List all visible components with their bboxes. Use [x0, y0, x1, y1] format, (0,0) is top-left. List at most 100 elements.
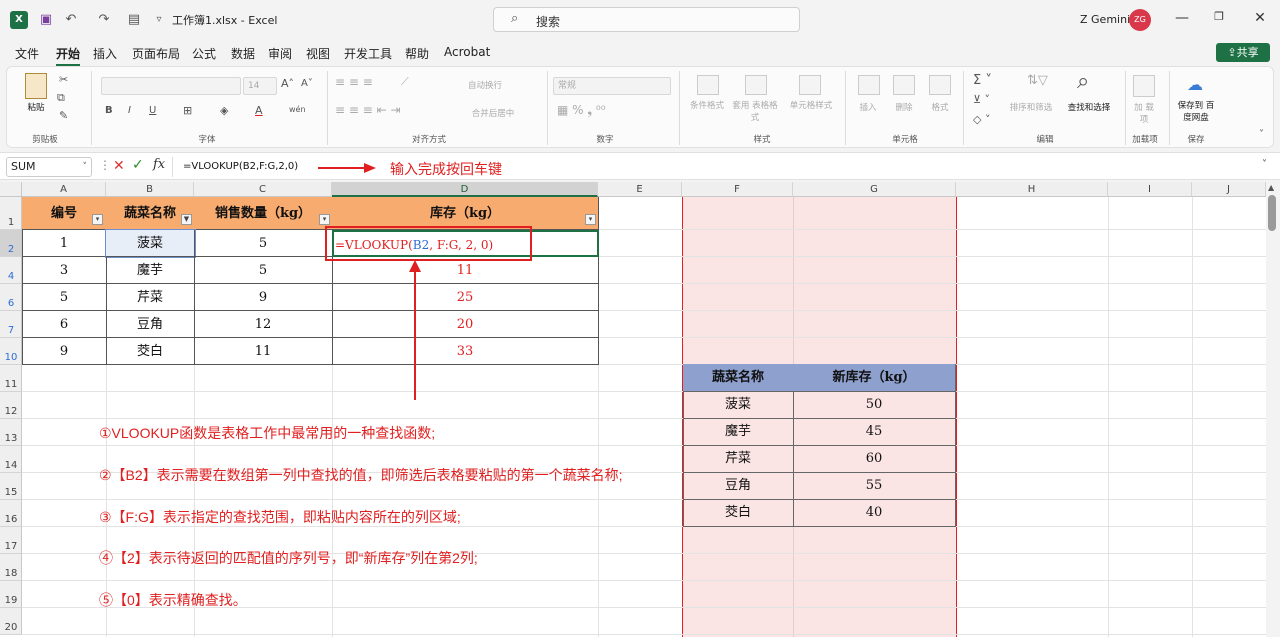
- merge-center-button[interactable]: 合并后居中: [463, 107, 523, 119]
- row-header[interactable]: 16: [0, 500, 22, 527]
- baidu-cloud-icon[interactable]: ☁: [1187, 75, 1203, 94]
- row-header[interactable]: 18: [0, 554, 22, 581]
- orientation-icon[interactable]: ⟋: [401, 75, 409, 89]
- column-header-c[interactable]: C: [194, 182, 332, 197]
- cut-icon[interactable]: ✂: [59, 73, 68, 86]
- number-format-select[interactable]: 常规: [553, 77, 671, 95]
- conditional-format-icon[interactable]: [697, 75, 719, 95]
- row-header[interactable]: 6: [0, 284, 22, 311]
- column-header-d[interactable]: D: [332, 182, 598, 197]
- conditional-format-label[interactable]: 条件格式: [683, 99, 731, 111]
- column-header-a[interactable]: A: [22, 182, 106, 197]
- table-cell[interactable]: 25: [332, 284, 599, 311]
- row-header[interactable]: 19: [0, 581, 22, 608]
- table-cell[interactable]: 9: [194, 284, 333, 311]
- enter-icon[interactable]: ✓: [132, 157, 144, 173]
- insert-cells-label[interactable]: 插入: [853, 101, 883, 113]
- find-select-icon[interactable]: ⌕: [1077, 69, 1089, 94]
- autosum-icon[interactable]: Σ ˅: [973, 73, 992, 88]
- table2-cell[interactable]: 55: [793, 472, 956, 500]
- row-header[interactable]: 10: [0, 338, 22, 365]
- row-header[interactable]: 11: [0, 365, 22, 392]
- filter-dropdown-icon[interactable]: ▾: [319, 214, 330, 225]
- user-name[interactable]: Z Gemini: [1080, 13, 1130, 26]
- row-header[interactable]: 1: [0, 197, 22, 230]
- row-header[interactable]: 20: [0, 608, 22, 635]
- table-cell[interactable]: 5: [22, 284, 107, 311]
- save-icon[interactable]: ▣: [37, 11, 55, 29]
- form-icon[interactable]: ▤: [125, 11, 143, 29]
- shrink-font-icon[interactable]: A˅: [301, 78, 313, 89]
- column-header-f[interactable]: F: [682, 182, 793, 197]
- column-header-j[interactable]: J: [1192, 182, 1266, 197]
- tab-file[interactable]: 文件: [15, 45, 39, 62]
- undo-icon[interactable]: ↶: [62, 11, 80, 29]
- table-format-label[interactable]: 套用 表格格式: [731, 99, 779, 123]
- table2-cell[interactable]: 40: [793, 499, 956, 527]
- search-input[interactable]: ⌕ 搜索: [493, 7, 800, 32]
- table-cell[interactable]: 9: [22, 338, 107, 365]
- tab-view[interactable]: 视图: [306, 45, 330, 62]
- close-icon[interactable]: ✕: [1250, 10, 1270, 26]
- font-color-icon[interactable]: A: [255, 104, 263, 117]
- insert-cells-icon[interactable]: [858, 75, 880, 95]
- table-cell[interactable]: 菠菜: [105, 229, 196, 258]
- column-header-h[interactable]: H: [956, 182, 1108, 197]
- filter-dropdown-icon[interactable]: ▾: [92, 214, 103, 225]
- borders-icon[interactable]: ⊞: [183, 104, 192, 117]
- expand-formula-bar-icon[interactable]: ˅: [1262, 159, 1267, 170]
- table2-cell[interactable]: 豆角: [683, 472, 794, 500]
- font-size-select[interactable]: 14: [243, 77, 277, 95]
- customize-quick-access-icon[interactable]: ▿: [150, 11, 168, 29]
- tab-formulas[interactable]: 公式: [192, 45, 216, 62]
- table-cell[interactable]: 茭白: [106, 338, 195, 365]
- grow-font-icon[interactable]: A˄: [281, 77, 294, 90]
- fill-color-icon[interactable]: ◈: [220, 104, 228, 117]
- phonetic-icon[interactable]: wén: [289, 105, 306, 114]
- column-header-e[interactable]: E: [598, 182, 682, 197]
- table2-header-cell[interactable]: 新库存（kg）: [793, 364, 956, 392]
- copy-icon[interactable]: ⧉: [57, 91, 65, 105]
- table-cell[interactable]: 33: [332, 338, 599, 365]
- minimize-icon[interactable]: —: [1172, 10, 1192, 26]
- column-header-i[interactable]: I: [1108, 182, 1192, 197]
- table-cell[interactable]: 12: [194, 311, 333, 338]
- format-painter-icon[interactable]: ✎: [59, 109, 68, 122]
- row-header[interactable]: 2: [0, 230, 22, 257]
- table-cell[interactable]: 1: [22, 230, 107, 257]
- tab-page-layout[interactable]: 页面布局: [132, 45, 180, 62]
- table-cell[interactable]: 5: [194, 257, 333, 284]
- table-header-cell[interactable]: 销售数量（kg）: [194, 197, 333, 230]
- align-left-icon[interactable]: ≡ ≡ ≡ ⇤ ⇥: [335, 103, 401, 117]
- find-select-label[interactable]: 查找和选择: [1059, 101, 1119, 113]
- tab-developer[interactable]: 开发工具: [344, 45, 392, 62]
- worksheet-grid[interactable]: A B C D E F G H I J 1 2 4 6 7 10 11 12 1…: [0, 182, 1266, 637]
- insert-function-icon[interactable]: fx: [153, 157, 165, 172]
- scrollbar-thumb[interactable]: [1268, 195, 1276, 231]
- row-header[interactable]: 4: [0, 257, 22, 284]
- table-cell[interactable]: 11: [194, 338, 333, 365]
- table-format-icon[interactable]: [745, 75, 767, 95]
- clear-icon[interactable]: ◇ ˅: [973, 113, 990, 126]
- paste-label[interactable]: 粘贴: [21, 101, 51, 113]
- table-cell[interactable]: 豆角: [106, 311, 195, 338]
- column-header-b[interactable]: B: [106, 182, 194, 197]
- cancel-icon[interactable]: ✕: [113, 158, 125, 174]
- table-cell[interactable]: 5: [194, 230, 333, 257]
- cell-styles-icon[interactable]: [799, 75, 821, 95]
- table-cell[interactable]: 6: [22, 311, 107, 338]
- table-cell[interactable]: 魔芋: [106, 257, 195, 284]
- delete-cells-icon[interactable]: [893, 75, 915, 95]
- table2-cell[interactable]: 45: [793, 418, 956, 446]
- tab-data[interactable]: 数据: [231, 45, 255, 62]
- scroll-up-icon[interactable]: ▲: [1268, 183, 1274, 192]
- filter-active-icon[interactable]: ▼: [181, 214, 192, 225]
- select-all-corner[interactable]: [0, 182, 22, 197]
- row-header[interactable]: 13: [0, 419, 22, 446]
- tab-insert[interactable]: 插入: [93, 45, 117, 62]
- italic-icon[interactable]: I: [128, 105, 131, 116]
- table2-cell[interactable]: 60: [793, 445, 956, 473]
- table-cell[interactable]: 20: [332, 311, 599, 338]
- underline-icon[interactable]: U: [149, 105, 156, 116]
- table-cell[interactable]: 11: [332, 257, 599, 284]
